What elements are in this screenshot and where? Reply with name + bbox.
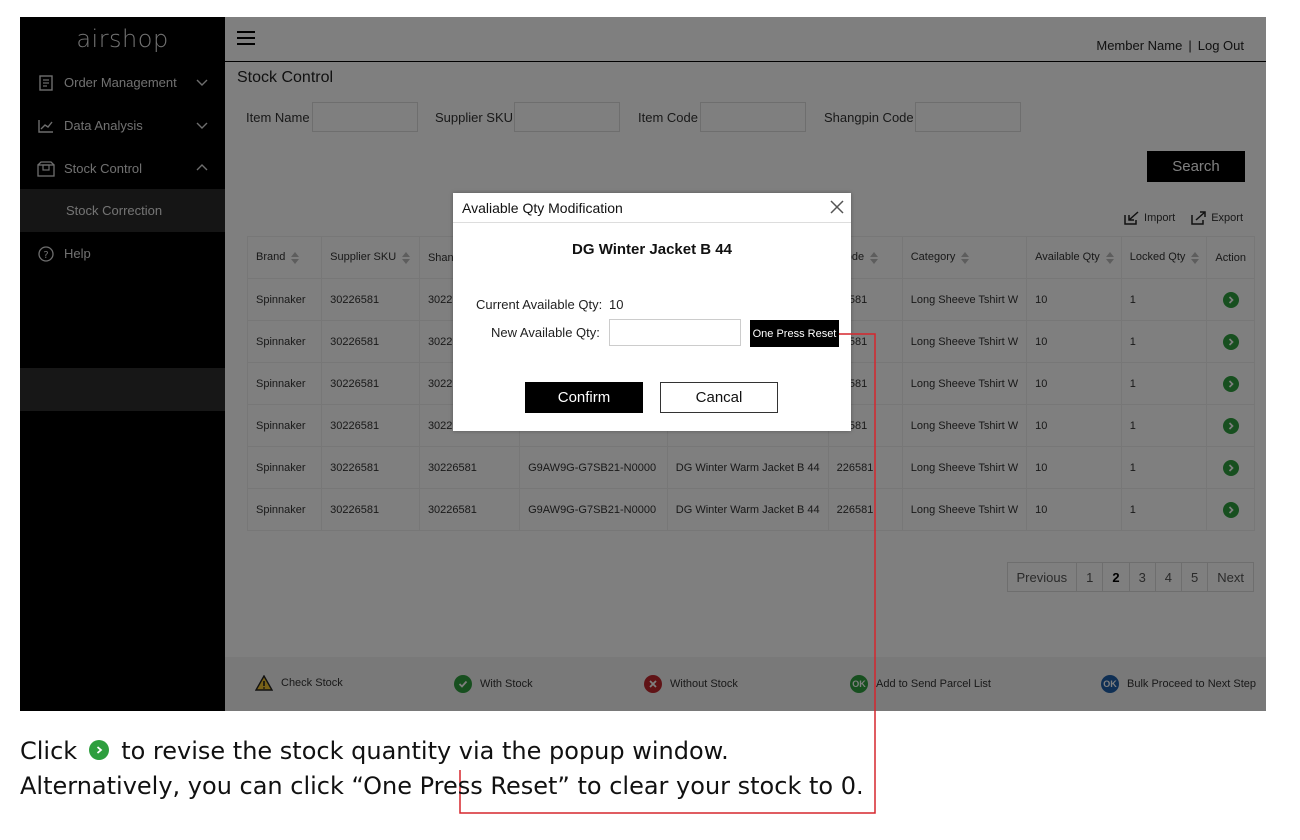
current-qty-value: 10 xyxy=(609,297,624,312)
close-icon[interactable] xyxy=(829,199,845,215)
confirm-button[interactable]: Confirm xyxy=(525,382,643,413)
dialog-title: Avaliable Qty Modification xyxy=(462,199,623,216)
current-qty-label: Current Available Qty: xyxy=(476,297,603,312)
new-qty-label: New Available Qty: xyxy=(491,325,600,340)
new-qty-input[interactable] xyxy=(609,319,741,346)
cancel-button[interactable]: Cancal xyxy=(660,382,778,413)
caption-line-2: Alternatively, you can click “One Press … xyxy=(20,772,864,800)
one-press-reset-button[interactable]: One Press Reset xyxy=(750,320,839,347)
action-go-icon xyxy=(89,740,110,760)
qty-modification-dialog: Avaliable Qty Modification DG Winter Jac… xyxy=(453,193,851,431)
caption-line-1: Click to revise the stock quantity via th… xyxy=(20,737,729,765)
product-name: DG Winter Jacket B 44 xyxy=(572,241,732,258)
dialog-header: Avaliable Qty Modification xyxy=(453,193,851,223)
app-window: airshop Order Management Data Analysis S… xyxy=(20,17,1266,711)
